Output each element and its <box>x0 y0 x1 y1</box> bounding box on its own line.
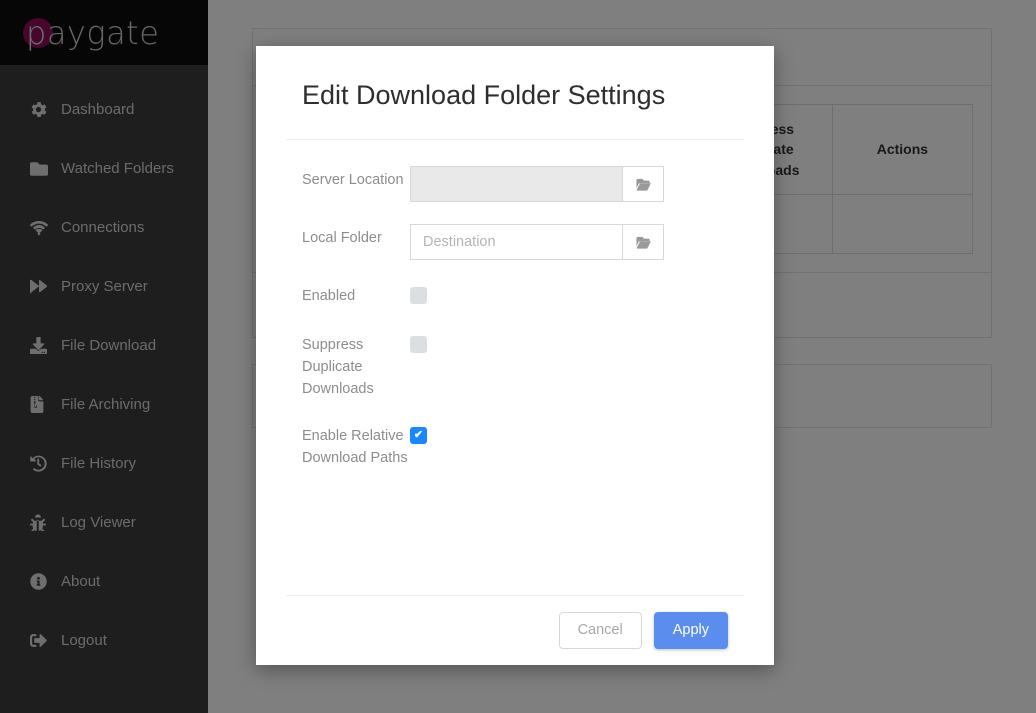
modal-header: Edit Download Folder Settings <box>256 46 774 139</box>
edit-download-folder-modal: Edit Download Folder Settings Server Loc… <box>256 46 774 665</box>
modal-body: Server Location Local Folder Destination… <box>256 140 774 595</box>
modal-title: Edit Download Folder Settings <box>302 80 666 110</box>
modal-footer: Cancel Apply <box>256 596 774 665</box>
field-row-suppress-duplicate-downloads: Suppress Duplicate Downloads ✔ <box>302 331 744 400</box>
checkmark-icon: ✔ <box>413 429 424 442</box>
input-group-server-location <box>410 166 664 203</box>
control-server-location <box>410 166 744 203</box>
control-local-folder <box>410 224 744 261</box>
label-enable-relative-download-paths: Enable Relative Download Paths <box>302 428 408 467</box>
enabled-checkbox[interactable]: ✔ <box>410 287 427 305</box>
field-row-enable-relative-download-paths: Enable Relative Download Paths ✔ <box>302 422 744 469</box>
label-suppress-duplicate-downloads: Suppress Duplicate Downloads <box>302 337 374 398</box>
cancel-button[interactable]: Cancel <box>558 612 642 649</box>
input-group-local-folder <box>410 224 664 261</box>
control-enabled: ✔ <box>410 282 744 305</box>
open-folder-icon <box>634 235 652 250</box>
label-server-location: Server Location <box>302 172 404 189</box>
field-row-server-location: Server Location <box>302 166 744 203</box>
control-suppress-duplicate-downloads: ✔ <box>410 331 744 354</box>
server-location-browse-button[interactable] <box>622 166 664 203</box>
local-folder-input[interactable] <box>410 224 622 261</box>
apply-button[interactable]: Apply <box>653 612 728 649</box>
label-local-folder: Local Folder <box>302 230 382 247</box>
control-enable-relative-download-paths: ✔ <box>410 422 744 445</box>
suppress-duplicate-downloads-checkbox[interactable]: ✔ <box>410 336 427 354</box>
label-enabled: Enabled <box>302 288 356 305</box>
server-location-input[interactable] <box>410 166 622 203</box>
field-row-local-folder: Local Folder <box>302 224 744 261</box>
field-row-enabled: Enabled ✔ <box>302 282 744 307</box>
enable-relative-download-paths-checkbox[interactable]: ✔ <box>410 427 427 445</box>
open-folder-icon <box>634 177 652 192</box>
local-folder-browse-button[interactable] <box>622 224 664 261</box>
